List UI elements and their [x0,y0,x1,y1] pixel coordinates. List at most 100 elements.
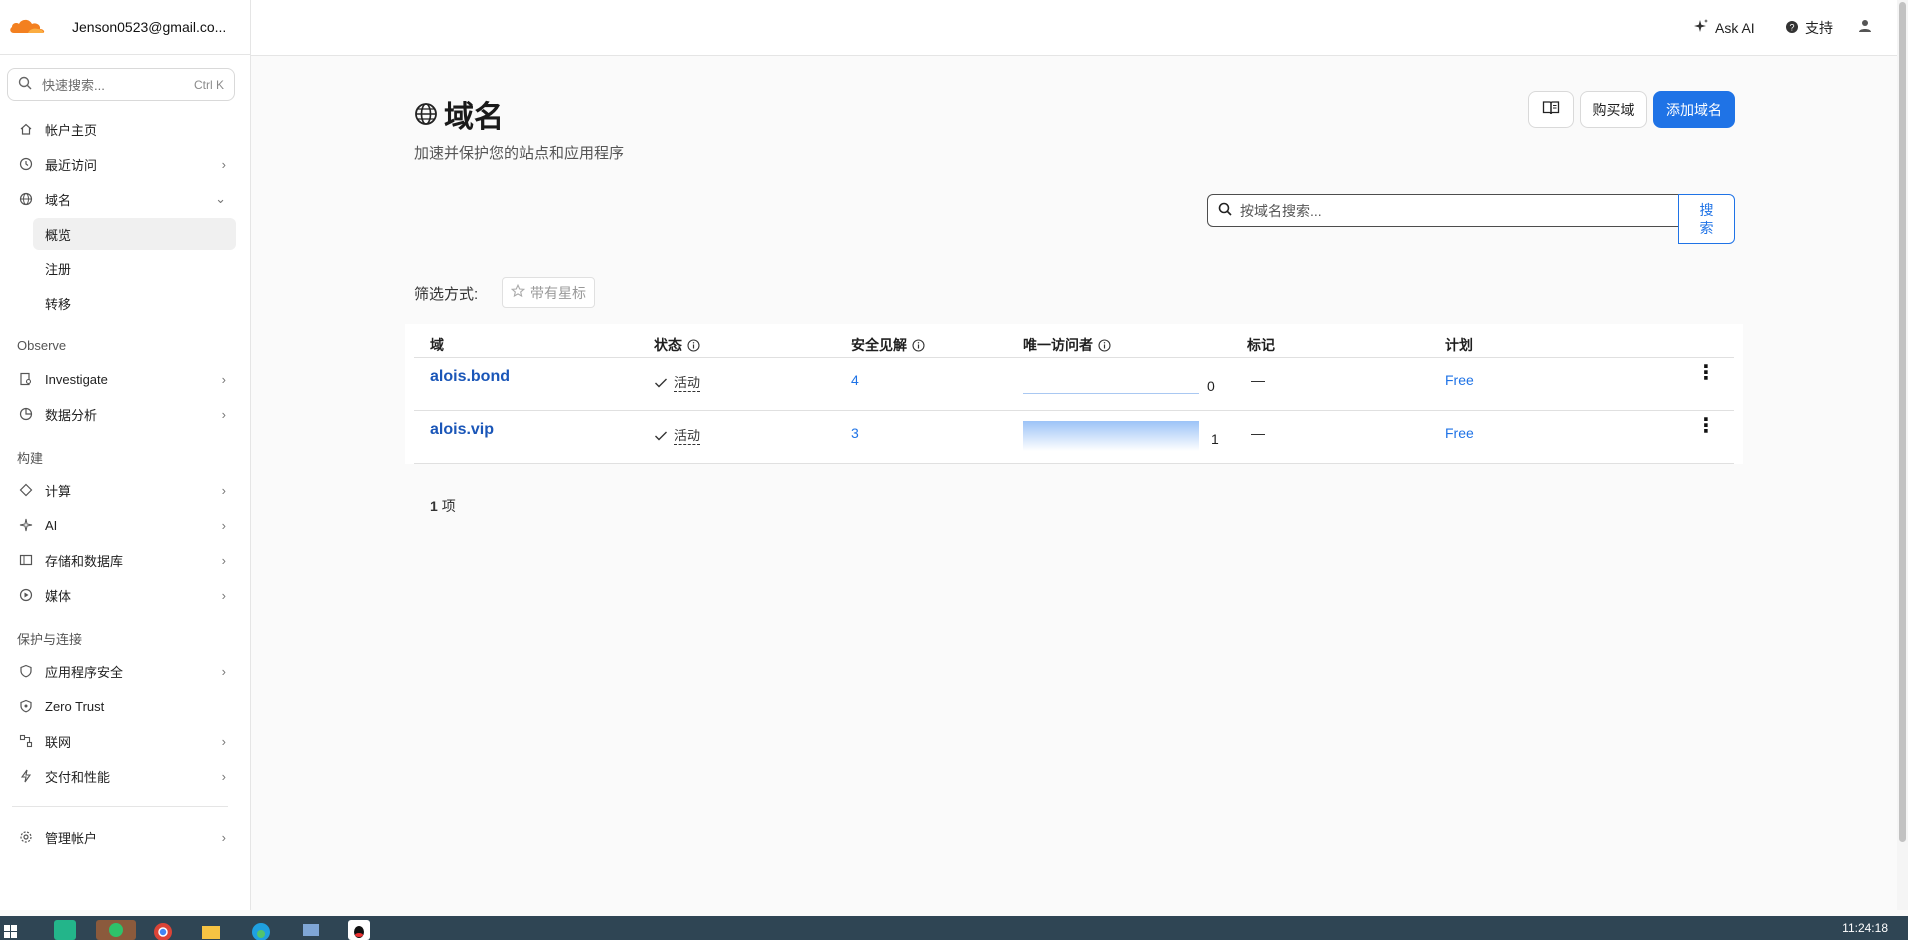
document-search-icon [18,371,34,387]
security-insights-link[interactable]: 3 [851,425,859,441]
ask-ai-button[interactable]: Ask AI [1693,18,1755,37]
remote-desktop-icon[interactable] [300,920,322,940]
chevron-right-icon: › [221,733,226,749]
page-subtitle: 加速并保护您的站点和应用程序 [414,145,625,162]
chevron-right-icon: › [221,663,226,679]
column-header-unique-visitors[interactable]: 唯一访问者 [1023,335,1111,355]
chevron-right-icon: › [221,371,226,387]
security-insights-link[interactable]: 4 [851,372,859,388]
globe-icon [18,191,34,207]
info-icon[interactable] [912,338,925,352]
section-title-observe: Observe [17,338,67,353]
domains-table: 域 状态 安全见解 唯一访问者 标记 计划 alois.bond 活动 4 0 … [405,324,1743,464]
quick-search-input[interactable]: 快速搜索... Ctrl K [7,68,235,101]
status-text[interactable]: 活动 [674,428,701,445]
cloudflare-logo-icon[interactable] [8,16,48,39]
app-icon[interactable] [54,920,76,940]
status-text[interactable]: 活动 [674,375,701,392]
sidebar-item-label: Zero Trust [45,698,105,714]
user-menu-button[interactable] [1857,18,1873,37]
account-email[interactable]: Jenson0523@gmail.co... [72,19,226,35]
windows-start-icon[interactable] [2,920,24,940]
chevron-right-icon: › [221,517,226,533]
table-row[interactable]: alois.vip 活动 3 1 — Free ⋮ [414,411,1734,464]
wechat-icon[interactable] [96,920,136,940]
support-button[interactable]: ? 支持 [1785,18,1833,38]
more-actions-icon[interactable]: ⋮ [1696,416,1716,436]
column-header-status[interactable]: 状态 [654,335,700,355]
search-icon [18,76,32,93]
svg-text:?: ? [1789,22,1794,32]
info-icon[interactable] [1098,338,1111,352]
info-icon[interactable] [687,338,700,352]
sidebar-item-label: 应用程序安全 [45,664,124,680]
domain-search-input[interactable]: 按域名搜索... [1207,194,1679,227]
domain-search-placeholder: 按域名搜索... [1240,202,1322,219]
domain-link[interactable]: alois.bond [430,368,510,386]
quick-search-placeholder: 快速搜索... [42,78,105,93]
more-actions-icon[interactable]: ⋮ [1696,363,1716,383]
home-icon [18,121,34,137]
column-header-plan[interactable]: 计划 [1445,335,1473,355]
plan-link[interactable]: Free [1445,425,1474,441]
result-count-number: 1 [430,498,438,514]
gear-icon [18,829,34,845]
page-scrollbar[interactable] [1897,0,1908,910]
filter-label: 筛选方式: [414,286,479,303]
visitors-count: 0 [1207,378,1215,394]
chevron-right-icon: › [221,156,226,172]
column-header-label: 域 [430,337,444,353]
search-button-label: 搜索 [1699,202,1714,236]
sidebar-item-compute[interactable]: 计算 › [0,474,236,506]
column-header-security-insights[interactable]: 安全见解 [851,335,925,355]
sparkle-icon [1693,18,1709,37]
buy-domain-button[interactable]: 购买域 [1580,91,1647,128]
docs-button[interactable] [1528,91,1574,128]
search-button[interactable]: 搜索 [1678,194,1735,244]
page-header: 域名 加速并保护您的站点和应用程序 [414,92,624,163]
sidebar-item-media[interactable]: 媒体 › [0,579,236,611]
table-row[interactable]: alois.bond 活动 4 0 — Free ⋮ [414,358,1734,411]
sidebar-item-account-home[interactable]: 帐户主页 [0,113,236,145]
filter-starred-label: 带有星标 [530,284,586,301]
sidebar-subitem-overview[interactable]: 概览 [33,218,236,250]
tags-cell: — [1251,425,1265,441]
page-title-text: 域名 [444,101,504,134]
add-domain-button[interactable]: 添加域名 [1653,91,1735,128]
scrollbar-thumb[interactable] [1899,2,1906,842]
sidebar-item-label: 计算 [45,483,72,499]
sidebar-subitem-label: 注册 [45,261,72,277]
sidebar-item-ai[interactable]: AI › [0,509,236,541]
account-header: Jenson0523@gmail.co... [0,0,250,55]
sidebar-subitem-register[interactable]: 注册 [33,252,236,284]
play-icon [18,587,34,603]
sidebar-item-label: AI [45,517,58,533]
sidebar-divider [12,806,228,807]
edge-icon[interactable] [250,920,272,940]
sidebar-item-investigate[interactable]: Investigate › [0,363,236,395]
filter-starred-button[interactable]: 带有星标 [502,277,595,308]
sidebar-item-networking[interactable]: 联网 › [0,725,236,757]
sidebar-item-storage[interactable]: 存储和数据库 › [0,544,236,576]
plan-link[interactable]: Free [1445,372,1474,388]
star-icon [510,283,526,301]
status-cell: 活动 [654,428,701,445]
column-header-label: 计划 [1445,337,1473,353]
sidebar-item-delivery[interactable]: 交付和性能 › [0,760,236,792]
column-header-tags[interactable]: 标记 [1247,335,1275,355]
sidebar-item-label: 管理帐户 [45,830,98,846]
sidebar-item-domains[interactable]: 域名 ⌄ [0,183,236,215]
shield-lock-icon [18,698,34,714]
chrome-icon[interactable] [152,920,174,940]
column-header-domain[interactable]: 域 [430,335,444,355]
sidebar-subitem-transfer[interactable]: 转移 [33,287,236,319]
sidebar-item-recent[interactable]: 最近访问 › [0,148,236,180]
sidebar-item-zero-trust[interactable]: Zero Trust [0,690,236,722]
qq-icon[interactable] [348,920,370,940]
domain-link[interactable]: alois.vip [430,421,494,439]
folder-icon[interactable] [200,920,222,940]
sidebar-item-analytics[interactable]: 数据分析 › [0,398,236,430]
status-cell: 活动 [654,375,701,392]
sidebar-item-app-security[interactable]: 应用程序安全 › [0,655,236,687]
sidebar-item-manage-account[interactable]: 管理帐户 › [0,821,236,853]
